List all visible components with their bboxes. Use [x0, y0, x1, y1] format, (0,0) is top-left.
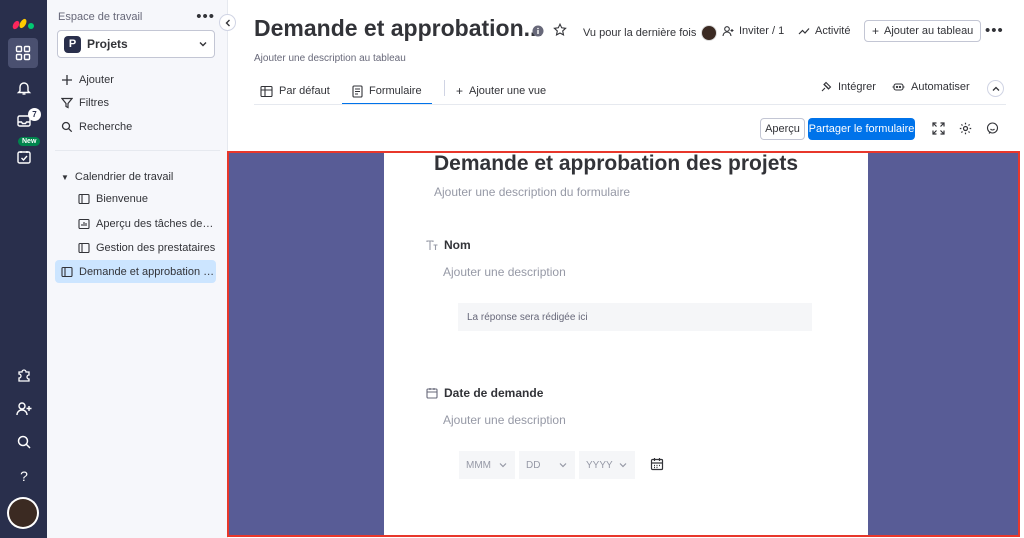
invite-button[interactable]: Inviter / 1 — [722, 25, 784, 37]
collapse-sidebar-button[interactable] — [219, 14, 236, 31]
svg-text:?: ? — [20, 468, 28, 484]
filter-icon — [61, 97, 73, 109]
caret-down-icon: ▼ — [61, 172, 69, 182]
filters-button[interactable]: Filtres — [61, 97, 109, 109]
share-form-button[interactable]: Partager le formulaire — [808, 118, 915, 140]
day-select[interactable]: DD — [519, 451, 575, 479]
board-icon — [78, 193, 90, 204]
help-icon[interactable]: ? — [0, 461, 47, 491]
sidebar-item-gestion[interactable]: Gestion des prestataires — [55, 236, 216, 259]
activity-icon — [798, 28, 810, 35]
search-icon — [61, 121, 73, 133]
form-card: Demande et approbation des projets Ajout… — [384, 152, 868, 536]
workspace-sidebar: Espace de travail ••• P Projets Ajouter … — [47, 0, 228, 538]
integrate-button[interactable]: Intégrer — [820, 81, 876, 93]
question-nom[interactable]: Nom — [426, 238, 471, 252]
fullscreen-icon[interactable] — [932, 122, 945, 140]
new-badge: New — [18, 137, 41, 146]
year-select[interactable]: YYYY — [579, 451, 635, 479]
collapse-header-button[interactable] — [987, 80, 1004, 97]
add-to-board-button[interactable]: + Ajouter au tableau — [864, 20, 982, 42]
search-button[interactable]: Recherche — [61, 121, 132, 133]
plus-icon: + — [456, 84, 464, 98]
sidebar-item-demande[interactable]: Demande et approbation d... — [55, 260, 216, 283]
automate-button[interactable]: Automatiser — [892, 81, 970, 93]
tab-ajouter-vue[interactable]: + Ajouter une vue — [456, 78, 546, 104]
calendar-icon — [426, 388, 438, 399]
tab-formulaire[interactable]: Formulaire — [342, 78, 432, 105]
invite-user-icon — [722, 26, 734, 37]
form-title[interactable]: Demande et approbation des projets — [434, 152, 798, 176]
chevron-down-icon — [199, 42, 207, 47]
add-button[interactable]: Ajouter — [61, 74, 114, 86]
date-picker-icon[interactable] — [650, 457, 664, 476]
plus-icon — [62, 75, 72, 85]
board-icon — [61, 266, 73, 277]
workspace-name: Projets — [87, 37, 128, 51]
inbox-count-badge: 7 — [28, 108, 41, 121]
workspace-letter-icon: P — [64, 35, 81, 53]
folder-calendrier[interactable]: ▼ Calendrier de travail — [61, 171, 173, 183]
dashboard-icon — [78, 218, 90, 229]
workspace-menu-icon[interactable]: ••• — [196, 8, 215, 25]
chevron-down-icon — [619, 463, 627, 468]
plus-icon: + — [872, 24, 880, 38]
puzzle-icon[interactable] — [0, 360, 47, 390]
robot-icon — [892, 83, 905, 91]
bell-icon[interactable] — [0, 73, 47, 103]
left-rail: 7 New ? — [0, 0, 47, 538]
chevron-down-icon — [559, 463, 567, 468]
workspace-selector[interactable]: P Projets — [57, 30, 215, 58]
form-description[interactable]: Ajouter une description du formulaire — [434, 185, 630, 199]
sidebar-divider — [55, 150, 220, 151]
monday-logo[interactable] — [0, 7, 47, 37]
settings-icon[interactable] — [959, 122, 972, 140]
tab-separator — [444, 80, 445, 96]
tab-par-defaut[interactable]: Par défaut — [260, 78, 330, 104]
tabs-divider — [254, 104, 1006, 105]
workspace-label: Espace de travail — [58, 11, 143, 23]
board-icon — [78, 242, 90, 253]
question-nom-description[interactable]: Ajouter une description — [443, 265, 566, 279]
activity-button[interactable]: Activité — [798, 25, 850, 37]
question-date[interactable]: Date de demande — [426, 386, 543, 400]
board-description[interactable]: Ajouter une description au tableau — [254, 53, 406, 64]
form-canvas: Demande et approbation des projets Ajout… — [228, 152, 1019, 536]
chevron-up-icon — [992, 86, 999, 91]
chevron-down-icon — [499, 463, 507, 468]
preview-button[interactable]: Aperçu — [760, 118, 805, 140]
last-seen-button[interactable]: Vu pour la dernière fois — [583, 25, 718, 41]
user-avatar[interactable] — [7, 497, 39, 529]
inbox-icon[interactable]: 7 — [0, 106, 47, 136]
board-title[interactable]: Demande et approbation... — [254, 15, 543, 42]
info-icon[interactable] — [532, 24, 544, 42]
chevron-left-icon — [225, 19, 230, 26]
text-type-icon — [426, 239, 438, 250]
integrate-icon — [821, 81, 832, 92]
table-icon — [260, 85, 273, 97]
last-seen-avatar — [701, 25, 718, 41]
form-icon — [352, 84, 363, 98]
question-date-description[interactable]: Ajouter une description — [443, 413, 566, 427]
search-icon[interactable] — [0, 427, 47, 457]
sidebar-item-apercu[interactable]: Aperçu des tâches de l'... — [55, 212, 216, 235]
star-icon[interactable] — [553, 22, 567, 42]
sidebar-item-bienvenue[interactable]: Bienvenue — [55, 187, 216, 210]
my-work-icon[interactable]: New — [0, 137, 47, 172]
board-menu-icon[interactable]: ••• — [985, 22, 1004, 39]
month-select[interactable]: MMM — [459, 451, 515, 479]
feedback-icon[interactable] — [986, 122, 999, 140]
answer-field[interactable]: La réponse sera rédigée ici — [458, 303, 812, 331]
invite-member-icon[interactable] — [0, 394, 47, 424]
apps-grid-icon[interactable] — [8, 38, 38, 68]
